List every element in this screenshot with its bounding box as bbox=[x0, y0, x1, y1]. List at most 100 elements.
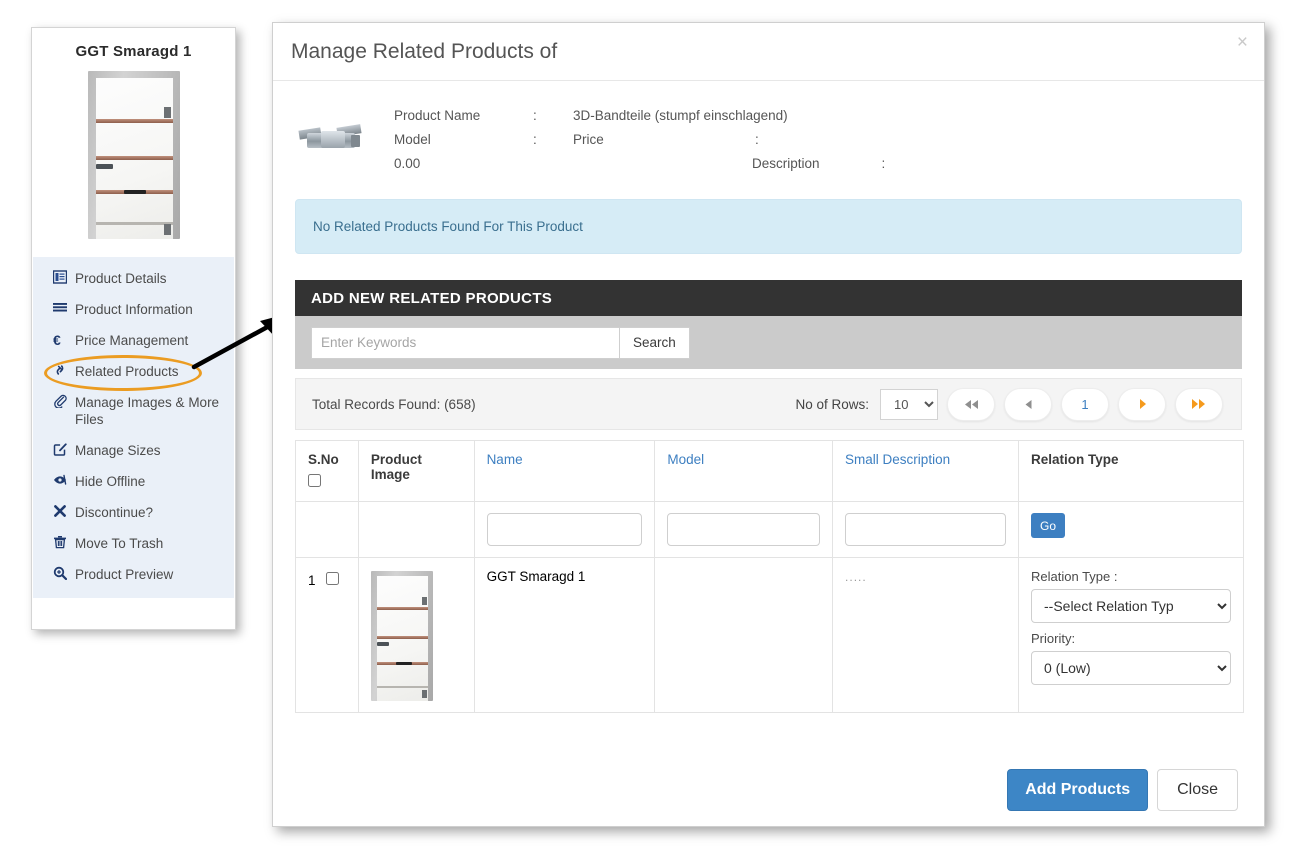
sidebar-item-related-products[interactable]: Related Products bbox=[33, 356, 234, 387]
sidebar-item-product-preview[interactable]: Product Preview bbox=[33, 559, 234, 590]
cell-name: GGT Smaragd 1 bbox=[473, 557, 656, 713]
prev-page-button[interactable] bbox=[1004, 387, 1052, 421]
priority-select[interactable]: 0 (Low) bbox=[1031, 651, 1231, 685]
table-header-row: S.No Product Image Name Model Small Desc… bbox=[295, 440, 1244, 502]
total-records-label: Total Records Found: (658) bbox=[312, 396, 476, 412]
model-filter-input[interactable] bbox=[667, 513, 821, 546]
row-index-label: 1 bbox=[308, 573, 316, 588]
left-arrow-icon bbox=[1025, 399, 1031, 409]
sidebar-item-label: Product Information bbox=[75, 302, 193, 317]
sidebar-item-price-management[interactable]: € Price Management bbox=[33, 325, 234, 356]
records-toolbar: Total Records Found: (658) No of Rows: 1… bbox=[295, 378, 1242, 430]
product-price-label: Price bbox=[573, 131, 604, 147]
column-header-relation-type: Relation Type bbox=[1018, 440, 1244, 502]
next-page-button[interactable] bbox=[1118, 387, 1166, 421]
filter-cell-empty bbox=[357, 501, 475, 558]
modal-header: Manage Related Products of × bbox=[273, 23, 1264, 81]
section-heading-label: ADD NEW RELATED PRODUCTS bbox=[311, 289, 553, 307]
product-summary-fields: Product Name : 3D-Bandteile (stumpf eins… bbox=[394, 103, 1154, 175]
door-stripe bbox=[95, 156, 173, 160]
sidebar-menu: Product Details Product Information € Pr… bbox=[33, 257, 234, 598]
last-page-button[interactable] bbox=[1175, 387, 1223, 421]
double-left-arrow-icon bbox=[964, 399, 978, 409]
hinge-cap bbox=[351, 135, 360, 147]
table-filter-row: Go bbox=[295, 501, 1244, 558]
sidebar-item-label: Product Details bbox=[75, 271, 167, 286]
add-products-button[interactable]: Add Products bbox=[1007, 769, 1149, 811]
sidebar-item-hide-offline[interactable]: Hide Offline bbox=[33, 466, 234, 497]
search-plus-icon bbox=[53, 566, 75, 580]
sidebar-item-label: Hide Offline bbox=[75, 474, 146, 489]
relation-type-label: Relation Type : bbox=[1031, 569, 1118, 584]
priority-label: Priority: bbox=[1031, 631, 1076, 646]
go-button[interactable]: Go bbox=[1031, 513, 1066, 538]
sidebar-item-label: Manage Sizes bbox=[75, 443, 161, 458]
sidebar-product-title: GGT Smaragd 1 bbox=[75, 43, 192, 60]
column-header-product-image: Product Image bbox=[357, 440, 475, 502]
search-strip: Search bbox=[295, 316, 1242, 369]
cell-product-image bbox=[357, 557, 475, 713]
related-products-table: S.No Product Image Name Model Small Desc… bbox=[295, 440, 1244, 713]
cell-small-description: ..... bbox=[832, 557, 1019, 713]
no-related-products-alert: No Related Products Found For This Produ… bbox=[295, 199, 1242, 254]
small-description-value: ..... bbox=[845, 570, 867, 584]
search-input[interactable] bbox=[311, 326, 620, 359]
filter-cell-empty bbox=[295, 501, 359, 558]
cell-model bbox=[654, 557, 834, 713]
sidebar-item-label: Product Preview bbox=[75, 567, 174, 582]
product-name-value: 3D-Bandteile (stumpf einschlagend) bbox=[573, 107, 788, 123]
column-header-sno: S.No bbox=[295, 440, 359, 502]
sidebar-item-label: Price Management bbox=[75, 333, 189, 348]
table-row: 1 GGT Smaragd 1 ..... Relation Type: --… bbox=[295, 557, 1244, 713]
times-bold-icon bbox=[53, 504, 75, 518]
description-filter-input[interactable] bbox=[845, 513, 1006, 546]
product-name-label: Product Name bbox=[394, 107, 481, 123]
door-stripe bbox=[376, 636, 428, 639]
screenshot-root: GGT Smaragd 1 Product Details Product In… bbox=[0, 0, 1293, 863]
select-all-checkbox[interactable] bbox=[308, 474, 321, 487]
colon: : bbox=[881, 155, 886, 171]
column-header-model[interactable]: Model bbox=[654, 440, 834, 502]
sidebar-item-manage-images[interactable]: Manage Images & More Files bbox=[33, 387, 234, 435]
bars-icon bbox=[53, 301, 75, 315]
filter-cell-go: Go bbox=[1018, 501, 1244, 558]
product-amount-value: 0.00 bbox=[394, 155, 421, 171]
door-glass bbox=[95, 78, 173, 239]
product-model-price-row: Model : Price : bbox=[394, 127, 1154, 151]
row-door-image bbox=[370, 571, 433, 701]
current-page-button[interactable]: 1 bbox=[1061, 387, 1109, 421]
door-stripe bbox=[376, 607, 428, 610]
close-button[interactable]: Close bbox=[1157, 769, 1238, 811]
column-header-name[interactable]: Name bbox=[473, 440, 656, 502]
sidebar-item-move-to-trash[interactable]: Move To Trash bbox=[33, 528, 234, 559]
first-page-button[interactable] bbox=[947, 387, 995, 421]
add-new-related-products-heading: ADD NEW RELATED PRODUCTS bbox=[295, 280, 1242, 316]
door-handle bbox=[395, 662, 412, 665]
trash-icon bbox=[53, 535, 75, 549]
hinge-part-icon bbox=[295, 111, 369, 169]
row-select-checkbox[interactable] bbox=[326, 572, 340, 585]
euro-icon: € bbox=[53, 332, 61, 348]
door-handle bbox=[95, 164, 113, 169]
rows-per-page-select[interactable]: 10 bbox=[880, 388, 938, 420]
name-filter-input[interactable] bbox=[486, 513, 643, 546]
sidebar-door-image bbox=[87, 71, 180, 239]
sidebar-item-manage-sizes[interactable]: Manage Sizes bbox=[33, 435, 234, 466]
door-handle bbox=[123, 190, 146, 194]
rows-per-page-label: No of Rows: bbox=[795, 396, 869, 412]
product-model-label: Model bbox=[394, 131, 431, 147]
column-header-small-description[interactable]: Small Description bbox=[832, 440, 1019, 502]
alert-text: No Related Products Found For This Produ… bbox=[313, 219, 583, 234]
sidebar-item-discontinue[interactable]: Discontinue? bbox=[33, 497, 234, 528]
close-icon[interactable]: × bbox=[1237, 33, 1248, 52]
sidebar-item-product-details[interactable]: Product Details bbox=[33, 263, 234, 294]
sidebar-item-product-information[interactable]: Product Information bbox=[33, 294, 234, 325]
filter-cell-description bbox=[832, 501, 1019, 558]
search-button[interactable]: Search bbox=[620, 326, 690, 359]
product-name-row: Product Name : 3D-Bandteile (stumpf eins… bbox=[394, 103, 1154, 127]
eye-slash-icon bbox=[53, 473, 75, 487]
cell-sno: 1 bbox=[295, 557, 359, 713]
colon: : bbox=[533, 107, 537, 123]
filter-cell-model bbox=[654, 501, 834, 558]
relation-type-select[interactable]: --Select Relation Typ bbox=[1031, 589, 1231, 623]
